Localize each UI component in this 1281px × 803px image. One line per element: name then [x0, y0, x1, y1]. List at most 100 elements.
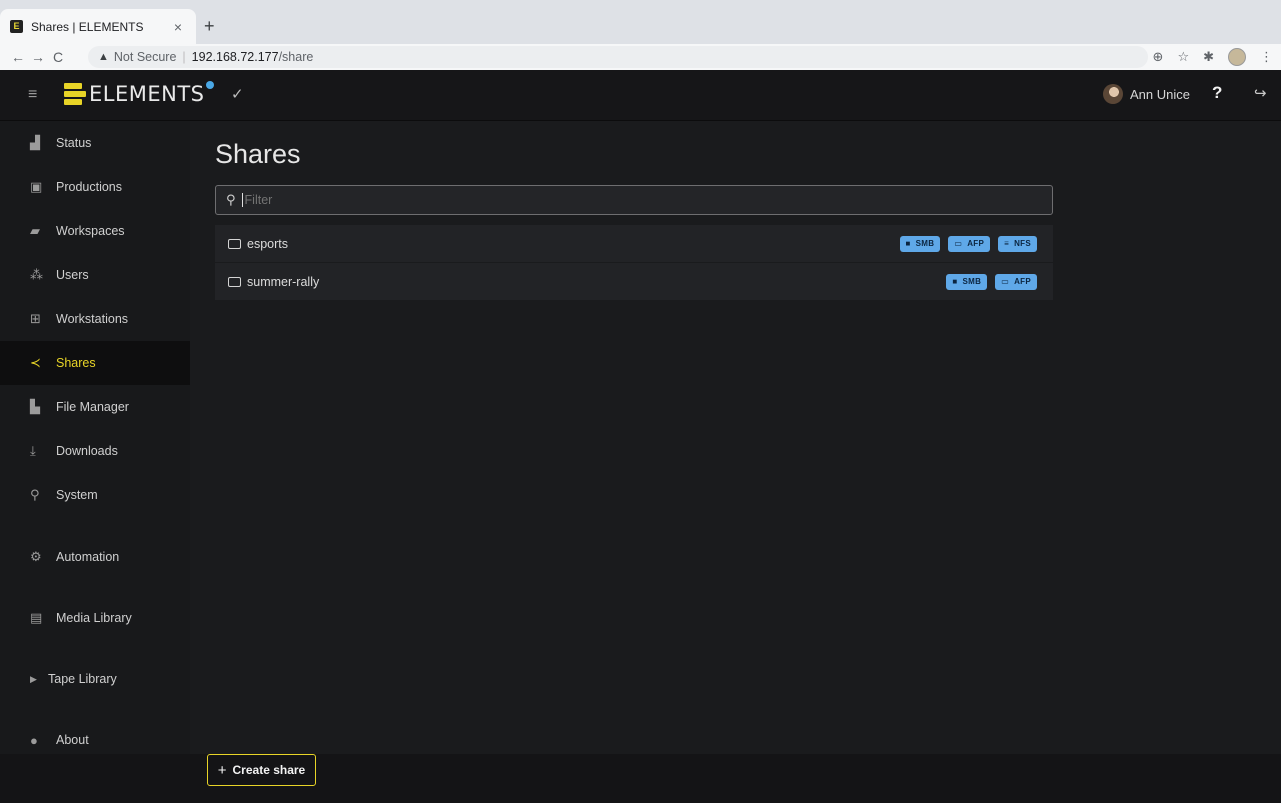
files-icon: ▙	[30, 399, 40, 414]
sidebar-item-users[interactable]: ⁂ Users	[0, 253, 190, 297]
afp-badge: ▭ AFP	[948, 235, 991, 252]
browser-toolbar: ← → C ▲ Not Secure | 192.168.72.177 /sha…	[0, 44, 1281, 70]
help-button[interactable]: ?	[1212, 83, 1222, 103]
monitor-icon: ▭	[954, 239, 963, 248]
hamburger-menu-icon[interactable]: ≡	[28, 86, 37, 104]
share-name: esports	[247, 236, 288, 251]
folder-icon: ■	[952, 277, 958, 286]
new-tab-button[interactable]: +	[204, 17, 215, 35]
monitor-icon: ▭	[1001, 277, 1010, 286]
sidebar-item-label: Media Library	[56, 611, 132, 625]
sidebar-item-media-library[interactable]: ▤ Media Library	[0, 596, 190, 640]
sidebar-item-label: Automation	[56, 550, 120, 564]
filter-box[interactable]: ⚲	[215, 185, 1053, 215]
browser-tab[interactable]: E Shares | ELEMENTS ×	[0, 9, 196, 44]
sidebar: ▟ Status ▣ Productions ▰ Workspaces ⁂ Us…	[0, 121, 190, 803]
wrench-icon: ⚲	[30, 487, 40, 502]
film-icon: ▤	[30, 610, 43, 625]
create-share-label: Create share	[232, 763, 306, 777]
users-icon: ⁂	[30, 267, 43, 282]
sidebar-item-system[interactable]: ⚲ System	[0, 473, 190, 517]
sidebar-item-label: Tape Library	[48, 672, 117, 686]
network-icon: ⊞	[30, 311, 41, 326]
logo-text: ELEMENTS	[89, 82, 205, 106]
caret-right-icon: ▶	[30, 673, 37, 684]
sidebar-item-shares[interactable]: ≺ Shares	[0, 341, 190, 385]
url-path: /share	[278, 50, 314, 64]
elements-app: ≡ ELEMENTS ✓ Ann Unice ? ↪ ▟ Status ▣ Pr…	[0, 70, 1281, 803]
sidebar-item-label: Shares	[56, 356, 96, 370]
create-share-button[interactable]: + Create share	[207, 754, 316, 786]
logout-icon[interactable]: ↪	[1254, 84, 1267, 102]
sidebar-item-label: Workspaces	[56, 224, 125, 238]
sidebar-item-label: File Manager	[56, 400, 129, 414]
folder-open-icon: ▰	[30, 223, 40, 238]
download-icon: ⤓	[30, 443, 36, 458]
sidebar-item-label: Downloads	[56, 444, 118, 458]
not-secure-label: Not Secure	[113, 50, 177, 64]
sidebar-item-label: Productions	[56, 180, 123, 194]
app-header: ≡ ELEMENTS ✓ Ann Unice ? ↪	[0, 70, 1281, 121]
chart-icon: ▟	[30, 135, 40, 150]
share-row-summer-rally[interactable]: summer-rally ■ SMB ▭ AFP	[215, 263, 1053, 300]
user-avatar	[1103, 84, 1123, 104]
profile-avatar[interactable]	[1228, 48, 1246, 66]
sidebar-item-label: About	[56, 733, 89, 747]
protocol-badges: ■ SMB ▭ AFP	[946, 273, 1037, 290]
sidebar-item-workspaces[interactable]: ▰ Workspaces	[0, 209, 190, 253]
browser-tabbar: E Shares | ELEMENTS × +	[0, 0, 1281, 44]
share-icon: ≺	[30, 355, 41, 370]
smb-badge: ■ SMB	[899, 235, 941, 252]
close-tab-icon[interactable]: ×	[170, 19, 186, 35]
reload-icon[interactable]: C	[48, 49, 68, 65]
bookmark-star-icon[interactable]: ☆	[1177, 49, 1189, 65]
nfs-badge: ≡ NFS	[998, 235, 1037, 252]
address-bar[interactable]: ▲ Not Secure | 192.168.72.177 /share	[88, 46, 1148, 68]
sidebar-item-productions[interactable]: ▣ Productions	[0, 165, 190, 209]
smb-badge: ■ SMB	[946, 273, 988, 290]
logo-dot-icon	[205, 81, 214, 89]
user-menu[interactable]: Ann Unice	[1103, 84, 1190, 104]
forward-arrow-icon[interactable]: →	[28, 49, 48, 65]
afp-badge: ▭ AFP	[995, 273, 1037, 290]
protocol-badges: ■ SMB ▭ AFP ≡ NFS	[899, 235, 1037, 252]
sidebar-item-workstations[interactable]: ⊞ Workstations	[0, 297, 190, 341]
plus-icon: +	[217, 761, 227, 779]
sidebar-item-label: Users	[56, 268, 89, 282]
back-arrow-icon[interactable]: ←	[8, 49, 28, 65]
sidebar-item-downloads[interactable]: ⤓ Downloads	[0, 429, 190, 473]
elements-favicon-icon: E	[10, 20, 23, 33]
page-title: Shares	[215, 139, 301, 169]
tab-title: Shares | ELEMENTS	[31, 19, 144, 34]
browser-actions: ⊕ ☆ ✱ ⋮	[1153, 48, 1273, 66]
url-separator: |	[182, 50, 186, 64]
filter-input[interactable]	[241, 193, 1022, 207]
search-icon: ⚲	[226, 192, 236, 207]
url-host: 192.168.72.177	[191, 50, 279, 64]
sidebar-item-label: System	[56, 488, 98, 502]
sidebar-item-automation[interactable]: ⚙ Automation	[0, 535, 190, 579]
sidebar-item-file-manager[interactable]: ▙ File Manager	[0, 385, 190, 429]
main-content: Shares ⚲ esports ■SMB ▭AFP ≡NFS summer-r…	[190, 121, 1281, 754]
database-icon: ≡	[1004, 239, 1010, 248]
browser-menu-icon[interactable]: ⋮	[1260, 49, 1273, 65]
share-name: summer-rally	[247, 274, 320, 289]
warning-icon[interactable]: ▲	[98, 51, 109, 63]
share-row-esports[interactable]: esports ■ SMB ▭ AFP ≡ NFS	[215, 225, 1053, 262]
sidebar-item-tape-library[interactable]: ▶ Tape Library	[0, 657, 190, 701]
footer-bar: + Create share	[0, 754, 1281, 803]
sidebar-item-status[interactable]: ▟ Status	[0, 121, 190, 165]
folder-icon: ■	[905, 239, 911, 248]
extensions-puzzle-icon[interactable]: ✱	[1203, 49, 1214, 65]
checkmark-icon[interactable]: ✓	[231, 85, 244, 103]
elements-logo-mark-icon	[64, 81, 86, 107]
user-name: Ann Unice	[1130, 86, 1190, 102]
info-icon: ●	[30, 732, 38, 748]
folder-icon	[228, 276, 241, 287]
folder-icon	[228, 238, 241, 249]
elements-logo[interactable]: ELEMENTS	[64, 81, 214, 107]
zoom-icon[interactable]: ⊕	[1153, 49, 1164, 65]
cogs-icon: ⚙	[30, 549, 42, 564]
sidebar-item-label: Status	[56, 136, 92, 150]
sidebar-item-label: Workstations	[56, 312, 129, 326]
